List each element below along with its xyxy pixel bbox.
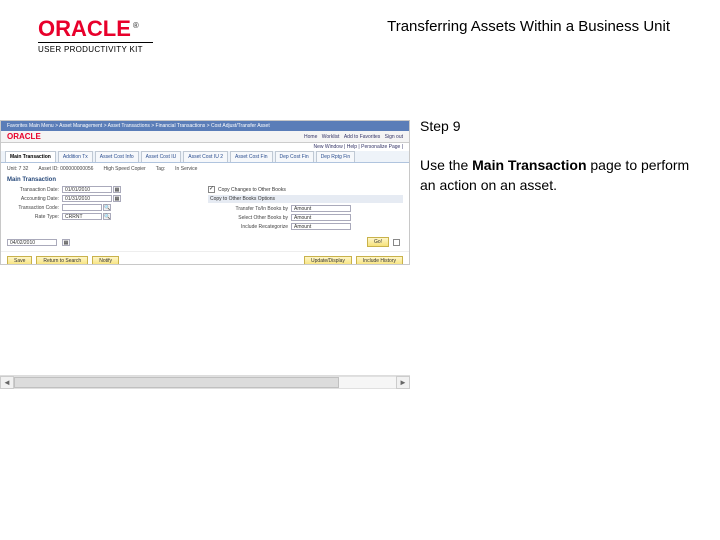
update-display-button[interactable]: Update/Display (304, 256, 352, 265)
acct-date-label: Accounting Date: (7, 196, 59, 202)
logo-divider (38, 42, 153, 43)
tab-dep-cost[interactable]: Dep Cost Fin (275, 151, 314, 162)
save-button[interactable]: Save (7, 256, 32, 265)
unit-label: Unit: (7, 166, 17, 172)
rate-type-input[interactable]: CRRNT (62, 213, 102, 220)
action-select[interactable]: Amount (291, 214, 351, 221)
scroll-right-button[interactable]: ► (396, 376, 410, 389)
oracle-logo-block: ORACLE® USER PRODUCTIVITY KIT (38, 18, 153, 54)
calendar-icon-2[interactable]: ▦ (113, 195, 121, 202)
instruction-pre: Use the (420, 157, 472, 173)
include-history-button[interactable]: Include History (356, 256, 403, 265)
include-label: Include Recategorize (208, 224, 288, 230)
copy-section-header: Copy to Other Books Options (210, 196, 275, 202)
tab-cost-info[interactable]: Asset Cost Info (95, 151, 139, 162)
instruction-bold: Main Transaction (472, 157, 586, 173)
asset-desc: High Speed Copier (103, 166, 145, 172)
calendar-icon-3[interactable]: ▦ (62, 239, 70, 246)
step-label: Step 9 (420, 118, 700, 134)
horizontal-scrollbar[interactable]: ◄ ► (0, 375, 410, 389)
trans-date-label: Transaction Date: (7, 187, 59, 193)
instruction-text: Use the Main Transaction page to perform… (420, 156, 700, 195)
lookup-icon[interactable]: 🔍 (103, 204, 111, 211)
tsb-select[interactable]: Amount (291, 205, 351, 212)
tab-strip: Main Transaction Addition Tx Asset Cost … (1, 151, 409, 163)
tag-label: Tag: (156, 166, 165, 172)
notify-button[interactable]: Notify (92, 256, 119, 265)
trans-code-input[interactable] (62, 204, 102, 211)
tab-cost-fin[interactable]: Asset Cost Fin (230, 151, 273, 162)
breadcrumb-text: Favorites Main Menu > Asset Management >… (7, 123, 270, 129)
status-value: In Service (175, 166, 197, 172)
go-date-input[interactable]: 04/02/2010 (7, 239, 57, 246)
footer-button-row: Save Return to Search Notify Update/Disp… (1, 251, 409, 265)
action-button-row: 04/02/2010 ▦ Go! (1, 233, 409, 251)
go-button[interactable]: Go! (367, 237, 389, 247)
header-links: Home Worklist Add to Favorites Sign out (301, 134, 403, 140)
trans-code-label: Transaction Code: (7, 205, 59, 211)
breadcrumb-bar: Favorites Main Menu > Asset Management >… (1, 121, 409, 131)
oracle-logo-text: ORACLE (38, 16, 131, 41)
include-select[interactable]: Amount (291, 223, 351, 230)
trans-date-input[interactable]: 01/01/2010 (62, 186, 112, 193)
oracle-logo: ORACLE® (38, 18, 153, 40)
asset-id-value: 000000000056 (60, 166, 93, 172)
embedded-screenshot: Favorites Main Menu > Asset Management >… (0, 120, 410, 265)
app-header-bar: ORACLE Home Worklist Add to Favorites Si… (1, 131, 409, 143)
trademark-symbol: ® (133, 21, 139, 30)
calendar-icon[interactable]: ▦ (113, 186, 121, 193)
link-home[interactable]: Home (304, 134, 317, 140)
page-title: Transferring Assets Within a Business Un… (387, 18, 670, 35)
section-header: Main Transaction (1, 175, 409, 185)
copy-label: Copy Changes to Other Books (218, 187, 286, 193)
tab-cost-iu[interactable]: Asset Cost IU (141, 151, 182, 162)
tsb-label: Transfer To/In Books by (208, 206, 288, 212)
link-favorites[interactable]: Add to Favorites (344, 134, 380, 140)
window-link-row: New Window | Help | Personalize Page | (1, 143, 409, 151)
action-label: Select Other Books by (208, 215, 288, 221)
product-subtitle: USER PRODUCTIVITY KIT (38, 45, 153, 54)
copy-checkbox[interactable] (208, 186, 215, 193)
tab-addition[interactable]: Addition Tx (58, 151, 93, 162)
lookup-icon-2[interactable]: 🔍 (103, 213, 111, 220)
form-area: Transaction Date: 01/01/2010 ▦ Accountin… (1, 185, 409, 233)
mini-oracle-logo: ORACLE (7, 132, 41, 141)
tab-main-transaction[interactable]: Main Transaction (5, 151, 56, 162)
link-worklist[interactable]: Worklist (322, 134, 340, 140)
rate-type-label: Rate Type: (7, 214, 59, 220)
asset-id-label: Asset ID: (38, 166, 58, 172)
return-button[interactable]: Return to Search (36, 256, 88, 265)
asset-id-row: Unit: 7 32 Asset ID: 000000000056 High S… (1, 163, 409, 175)
link-signout[interactable]: Sign out (385, 134, 403, 140)
unit-value: 7 32 (19, 166, 29, 172)
tab-dep-rptg[interactable]: Dep Rptg Fin (316, 151, 355, 162)
scroll-track[interactable] (14, 376, 396, 389)
scroll-left-button[interactable]: ◄ (0, 376, 14, 389)
scroll-thumb[interactable] (14, 377, 339, 388)
acct-date-input[interactable]: 01/31/2010 (62, 195, 112, 202)
tab-cost-iu2[interactable]: Asset Cost IU 2 (183, 151, 228, 162)
go-checkbox[interactable] (393, 239, 400, 246)
